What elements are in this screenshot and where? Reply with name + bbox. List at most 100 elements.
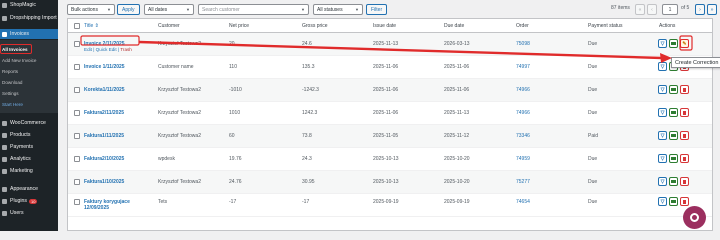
row-action-buttons: ▽ [658, 85, 689, 94]
view-invoice-button[interactable]: ▽ [658, 131, 667, 140]
select-all-checkbox[interactable] [74, 23, 80, 29]
submenu-download[interactable]: Download [0, 78, 58, 86]
row-checkbox[interactable] [74, 179, 80, 185]
view-invoice-button[interactable]: ▽ [658, 197, 667, 206]
sidebar-item-marketing[interactable]: Marketing [0, 166, 58, 176]
cell-gross: 24.3 [302, 156, 312, 162]
view-invoice-button[interactable]: ▽ [658, 177, 667, 186]
cell-order[interactable]: 74966 [516, 110, 530, 116]
chevron-down-icon: ▼ [107, 7, 111, 12]
prev-page-button[interactable]: ‹ [647, 4, 657, 15]
sidebar-item-payments[interactable]: Payments [0, 142, 58, 152]
invoice-title-link[interactable]: Faktura1/11/2025 [84, 133, 124, 139]
row-checkbox[interactable] [74, 41, 80, 47]
sidebar-item-analytics[interactable]: Analytics [0, 154, 58, 164]
sidebar-item-appearance[interactable]: Appearance [0, 184, 58, 194]
invoice-title-link[interactable]: Invoice 1/11/2025 [84, 64, 125, 70]
delete-invoice-button[interactable] [680, 197, 689, 206]
column-customer: Customer [158, 23, 180, 29]
cell-status: Due [588, 41, 598, 47]
download-invoice-button[interactable] [669, 108, 678, 117]
sidebar-item-products[interactable]: Products [0, 130, 58, 140]
cell-order[interactable]: 74997 [516, 64, 530, 70]
cell-order[interactable]: 75277 [516, 179, 530, 185]
cell-order[interactable]: 74966 [516, 87, 530, 93]
submenu-start-here[interactable]: Start Here [0, 100, 58, 108]
trash-link[interactable]: Trash [120, 47, 132, 52]
first-page-button[interactable]: « [635, 4, 645, 15]
cell-order[interactable]: 74959 [516, 156, 530, 162]
filter-button[interactable]: Filter [366, 4, 388, 15]
delete-invoice-button[interactable] [680, 85, 689, 94]
delete-invoice-button[interactable] [680, 131, 689, 140]
row-checkbox[interactable] [74, 199, 80, 205]
quick-edit-link[interactable]: Quick Edit [96, 47, 117, 52]
customer-search-input[interactable]: Search customer ▼ [198, 4, 309, 15]
invoice-title-link[interactable]: Faktury korygujace 12/09/2025 [84, 199, 144, 211]
submenu-reports[interactable]: Reports [0, 67, 58, 75]
column-payment-status: Payment status [588, 23, 623, 29]
view-invoice-button[interactable]: ▽ [658, 154, 667, 163]
row-checkbox[interactable] [74, 156, 80, 162]
column-title[interactable]: Title ⇕ [84, 23, 99, 29]
dropshipping-icon [2, 16, 7, 21]
row-checkbox[interactable] [74, 64, 80, 70]
row-checkbox[interactable] [74, 87, 80, 93]
cell-order[interactable]: 74654 [516, 199, 530, 205]
view-invoice-button[interactable]: ▽ [658, 39, 667, 48]
sidebar-item-shopmagic[interactable]: ShopMagic [0, 0, 58, 10]
download-invoice-button[interactable] [669, 131, 678, 140]
download-invoice-button[interactable] [669, 177, 678, 186]
invoice-title-link[interactable]: Faktura1/10/2025 [84, 179, 124, 185]
cell-net: -1010 [229, 87, 242, 93]
delete-invoice-button[interactable] [680, 108, 689, 117]
download-icon [671, 111, 676, 114]
delete-invoice-button[interactable] [680, 177, 689, 186]
download-icon [671, 180, 676, 183]
download-invoice-button[interactable] [669, 85, 678, 94]
cell-gross: 30.95 [302, 179, 315, 185]
apply-button[interactable]: Apply [117, 4, 140, 15]
edit-link[interactable]: Edit [84, 47, 92, 52]
delete-invoice-button[interactable] [680, 154, 689, 163]
download-invoice-button[interactable] [669, 197, 678, 206]
date-filter-select[interactable]: All dates ▼ [144, 4, 194, 15]
status-filter-select[interactable]: All statuses ▼ [313, 4, 363, 15]
submenu-add-new-invoice[interactable]: Add New Invoice [0, 56, 58, 64]
create-correction-button[interactable]: ✎ [680, 39, 689, 48]
cell-customer: wpdesk [158, 156, 175, 162]
cell-net: 24.76 [229, 179, 242, 185]
cell-customer: Tets [158, 199, 168, 205]
sidebar-item-dropshipping[interactable]: Dropshipping Import [0, 11, 58, 26]
cell-gross: 24.6 [302, 41, 312, 47]
create-correction-tooltip: Create Correction [671, 57, 720, 68]
table-row: Faktury korygujace 12/09/2025 Tets -17 -17 2… [68, 194, 712, 217]
view-invoice-button[interactable]: ▽ [658, 62, 667, 71]
invoice-title-link[interactable]: Faktura2/10/2025 [84, 156, 124, 162]
download-invoice-button[interactable] [669, 154, 678, 163]
bulk-actions-select[interactable]: Bulk actions ▼ [67, 4, 115, 15]
download-invoice-button[interactable] [669, 39, 678, 48]
invoice-title-link[interactable]: Faktura2/11/2025 [84, 110, 124, 116]
sidebar-item-invoices[interactable]: Invoices [0, 29, 58, 39]
sidebar-item-plugins[interactable]: Plugins 10 [0, 196, 58, 206]
column-gross-price: Gross price [302, 23, 328, 29]
row-checkbox[interactable] [74, 110, 80, 116]
cell-customer: Krzysztof Testowa2 [158, 179, 201, 185]
cell-order[interactable]: 73346 [516, 133, 530, 139]
help-chat-button[interactable] [683, 206, 706, 229]
sidebar-item-users[interactable]: Users [0, 208, 58, 218]
invoice-title-link[interactable]: Korekta1/11/2025 [84, 87, 125, 93]
current-page-input[interactable]: 1 [662, 4, 678, 15]
view-invoice-button[interactable]: ▽ [658, 108, 667, 117]
last-page-button[interactable]: » [707, 4, 717, 15]
cell-issue: 2025-11-06 [373, 87, 399, 93]
next-page-button[interactable]: › [695, 4, 705, 15]
row-checkbox[interactable] [74, 133, 80, 139]
column-order: Order [516, 23, 529, 29]
row-actions-links: Edit | Quick Edit | Trash [84, 47, 132, 52]
submenu-settings[interactable]: Settings [0, 89, 58, 97]
cell-order[interactable]: 75098 [516, 41, 530, 47]
view-invoice-button[interactable]: ▽ [658, 85, 667, 94]
sidebar-item-woocommerce[interactable]: WooCommerce [0, 118, 58, 128]
